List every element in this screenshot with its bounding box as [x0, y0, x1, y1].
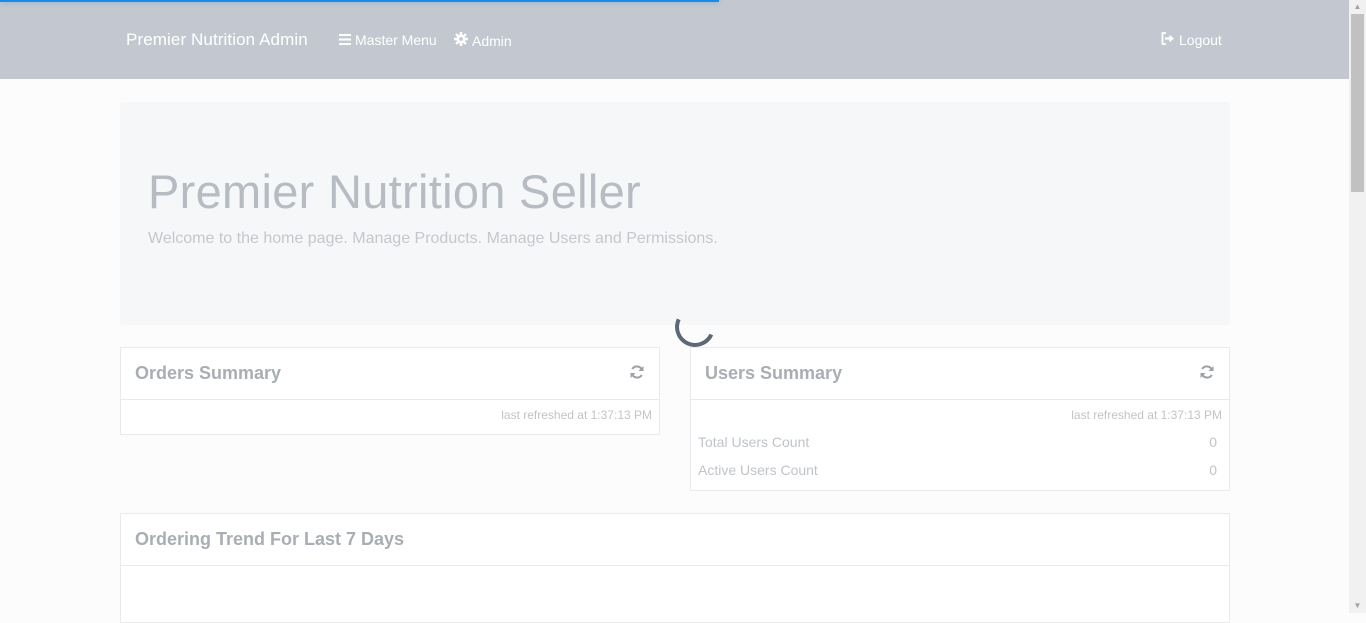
users-last-refreshed: last refreshed at 1:37:13 PM: [1071, 408, 1222, 422]
welcome-jumbotron: Premier Nutrition Seller Welcome to the …: [120, 102, 1230, 325]
logout-label: Logout: [1179, 32, 1222, 48]
logout-link[interactable]: Logout: [1161, 32, 1222, 48]
vertical-scrollbar[interactable]: ▲ ▼: [1349, 0, 1366, 613]
page-loading-progress-bar: [0, 0, 719, 2]
sign-out-icon: [1161, 32, 1175, 48]
users-summary-header: Users Summary: [691, 348, 1229, 400]
page-title: Premier Nutrition Seller: [148, 165, 642, 218]
ordering-trend-panel: Ordering Trend For Last 7 Days: [120, 513, 1230, 623]
master-menu-label: Master Menu: [355, 32, 437, 48]
top-navbar: Premier Nutrition Admin Master Menu Admi…: [0, 0, 1349, 79]
active-users-label: Active Users Count: [698, 462, 818, 478]
total-users-label: Total Users Count: [698, 434, 810, 450]
users-summary-panel: Users Summary last refreshed at 1:37:13 …: [690, 347, 1230, 491]
navbar-brand[interactable]: Premier Nutrition Admin: [126, 30, 308, 50]
master-menu-link[interactable]: Master Menu: [339, 32, 437, 48]
active-users-row: Active Users Count 0: [698, 462, 1217, 478]
refresh-icon[interactable]: [629, 364, 645, 385]
orders-summary-panel: Orders Summary last refreshed at 1:37:13…: [120, 347, 660, 435]
gear-icon: [454, 32, 468, 49]
users-summary-title: Users Summary: [705, 363, 843, 383]
ordering-trend-header: Ordering Trend For Last 7 Days: [121, 514, 1229, 566]
scrollbar-thumb[interactable]: [1351, 14, 1364, 192]
welcome-lead-text: Welcome to the home page. Manage Product…: [148, 230, 718, 247]
bars-icon: [339, 32, 351, 48]
orders-last-refreshed: last refreshed at 1:37:13 PM: [501, 408, 652, 422]
refresh-icon[interactable]: [1199, 364, 1215, 385]
active-users-value: 0: [1209, 462, 1217, 478]
ordering-trend-title: Ordering Trend For Last 7 Days: [135, 529, 405, 549]
total-users-value: 0: [1209, 434, 1217, 450]
scroll-up-arrow[interactable]: ▲: [1349, 0, 1366, 14]
admin-label: Admin: [472, 32, 512, 49]
scroll-down-arrow[interactable]: ▼: [1349, 599, 1366, 613]
orders-summary-header: Orders Summary: [121, 348, 659, 400]
total-users-row: Total Users Count 0: [698, 434, 1217, 450]
admin-link[interactable]: Admin: [454, 32, 512, 49]
orders-summary-title: Orders Summary: [135, 363, 282, 383]
